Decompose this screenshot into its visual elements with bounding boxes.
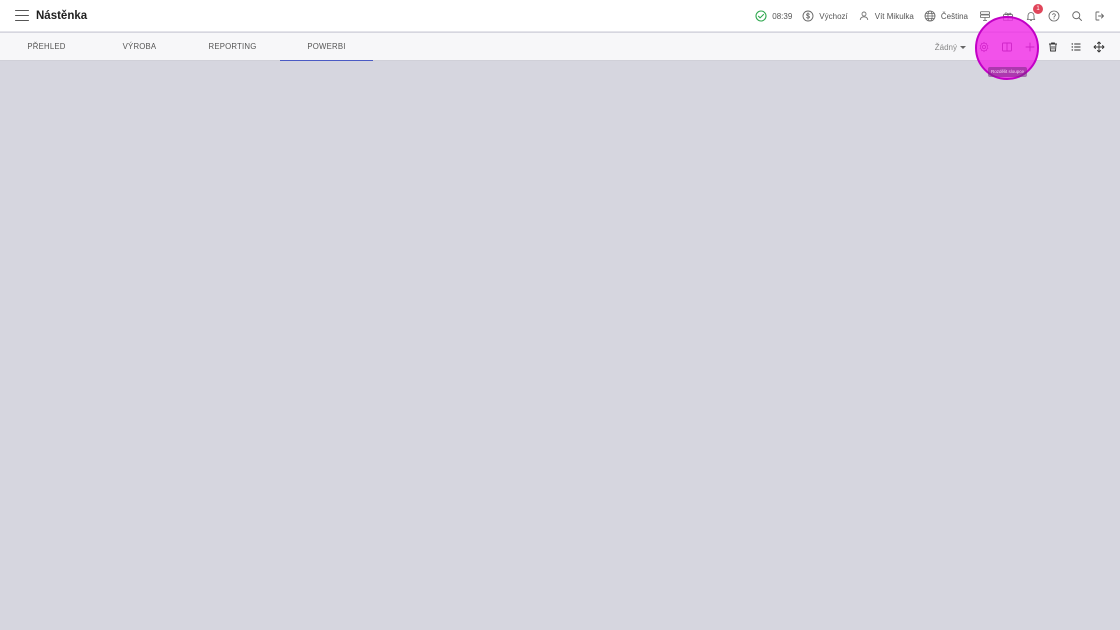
help-button[interactable] bbox=[1048, 10, 1060, 22]
help-icon bbox=[1048, 10, 1060, 22]
gift-button[interactable] bbox=[1002, 10, 1014, 22]
move-button[interactable] bbox=[1087, 37, 1110, 57]
columns-icon bbox=[1001, 42, 1012, 52]
currency-selector[interactable]: Výchozí bbox=[802, 10, 848, 22]
caret-down-icon bbox=[960, 45, 966, 49]
layers-button[interactable] bbox=[979, 10, 991, 22]
page-title: Nástěnka bbox=[36, 9, 88, 22]
user-name: Vít Mikulka bbox=[874, 11, 914, 21]
plus-icon bbox=[1025, 42, 1034, 52]
trash-icon bbox=[1048, 42, 1057, 52]
header-actions: 08:39 Výchozí Vít Mikulka Čeština 1 bbox=[745, 0, 1106, 32]
tab-vyroba[interactable]: VÝROBA bbox=[93, 33, 186, 61]
filter-dropdown[interactable]: Žádný bbox=[935, 43, 966, 52]
gift-icon bbox=[1003, 12, 1013, 21]
logout-icon bbox=[1095, 11, 1104, 21]
filter-value: Žádný bbox=[934, 42, 957, 52]
globe-icon bbox=[924, 10, 936, 22]
tab-prehled[interactable]: PŘEHLED bbox=[0, 33, 93, 61]
search-icon bbox=[1072, 11, 1082, 21]
notification-badge: 1 bbox=[1033, 4, 1043, 14]
language-selector[interactable]: Čeština bbox=[924, 10, 968, 22]
sync-status[interactable]: 08:39 bbox=[755, 10, 792, 22]
time-label: 08:39 bbox=[772, 11, 793, 21]
settings-icon bbox=[979, 41, 988, 53]
currency-label: Výchozí bbox=[819, 11, 848, 21]
list-icon bbox=[1071, 43, 1080, 51]
dollar-circle-icon bbox=[802, 10, 814, 22]
search-button[interactable] bbox=[1071, 10, 1083, 22]
notifications-button[interactable]: 1 bbox=[1025, 4, 1043, 22]
user-menu[interactable]: Vít Mikulka bbox=[858, 10, 914, 22]
dashboard-canvas bbox=[0, 62, 1120, 630]
dashboard-tabbar: PŘEHLED VÝROBA REPORTING POWERBI Žádný bbox=[0, 33, 1120, 61]
tab-reporting[interactable]: REPORTING bbox=[186, 33, 279, 61]
add-widget-button[interactable] bbox=[1018, 37, 1041, 57]
delete-button[interactable] bbox=[1041, 37, 1064, 57]
logout-button[interactable] bbox=[1094, 10, 1106, 22]
tab-powerbi[interactable]: POWERBI bbox=[280, 33, 373, 61]
language-label: Čeština bbox=[940, 11, 968, 21]
check-circle-icon bbox=[755, 10, 767, 22]
app-header: Nástěnka 08:39 Výchozí Vít Mikulka Češti… bbox=[0, 0, 1120, 32]
columns-button[interactable] bbox=[995, 37, 1018, 57]
dashboard-toolbar: Žádný bbox=[935, 33, 1110, 61]
hamburger-menu-icon[interactable] bbox=[15, 9, 29, 22]
user-icon bbox=[859, 11, 868, 21]
settings-button[interactable] bbox=[972, 37, 995, 57]
list-button[interactable] bbox=[1064, 37, 1087, 57]
layers-icon bbox=[980, 11, 990, 21]
move-icon bbox=[1093, 41, 1104, 53]
